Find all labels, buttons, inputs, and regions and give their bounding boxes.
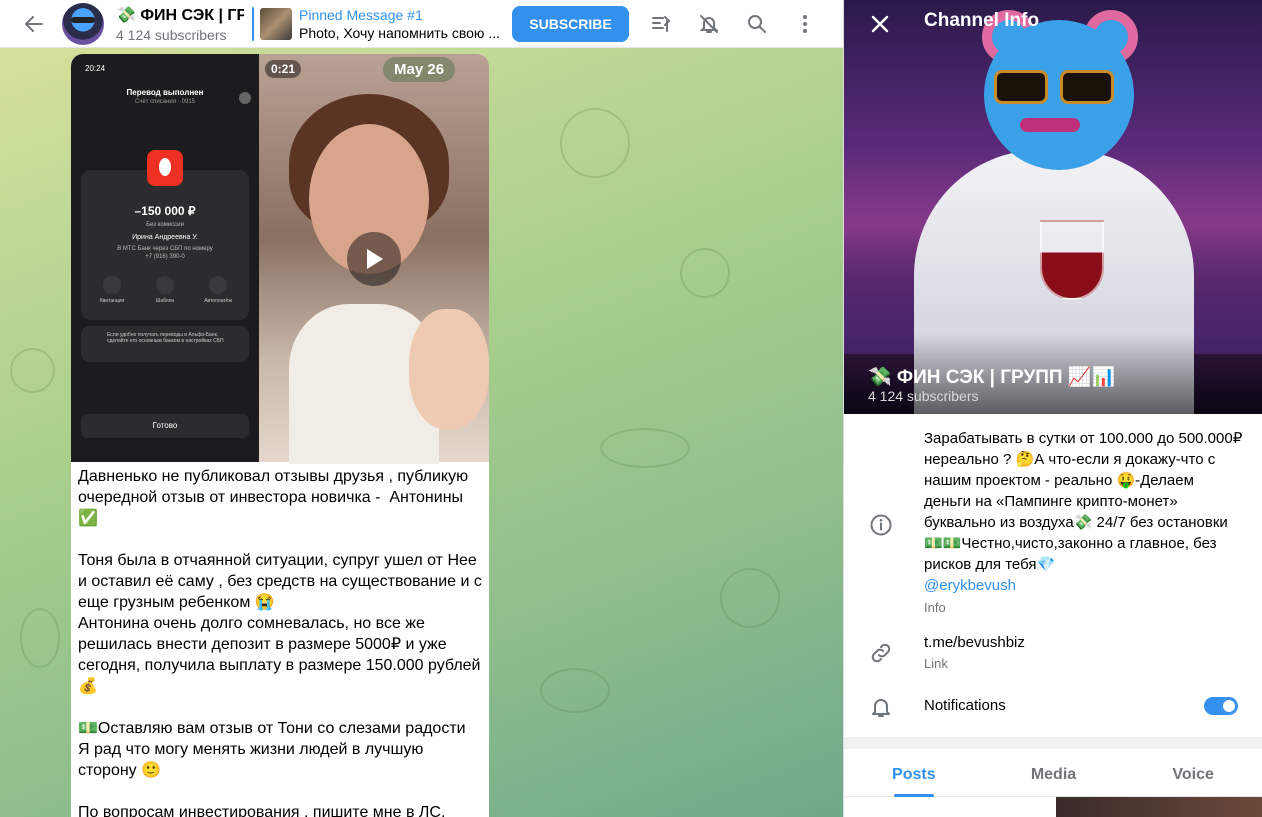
post-text: Давненько не публиковал отзывы друзья , …	[78, 468, 482, 817]
chat-header: 💸 ФИН СЭК | ГР 4 124 subscribers Pinned …	[0, 0, 843, 48]
phone-note: Если удобно получать переводы в Альфа-Ба…	[81, 326, 249, 362]
back-button[interactable]	[12, 2, 56, 46]
background-doodle	[600, 428, 690, 468]
channel-name: 💸 ФИН СЭК | ГРУПП 📈📊	[868, 367, 1116, 388]
channel-title: 💸 ФИН СЭК | ГР	[116, 6, 244, 24]
phone-no-fee: Без комиссии	[146, 222, 184, 228]
phone-done: Готово	[81, 414, 249, 438]
link-icon	[868, 640, 894, 666]
pinned-list-button[interactable]	[641, 4, 681, 44]
channel-description: Зарабатывать в сутки от 100.000 до 500.0…	[924, 428, 1244, 596]
channel-subscriber-count: 4 124 subscribers	[868, 388, 979, 404]
phone-action: Автоплатёж	[203, 276, 233, 304]
tab-posts[interactable]: Posts	[844, 749, 984, 797]
transfer-screenshot[interactable]: 20:24 Перевод выполнен Счёт списания ··0…	[71, 54, 259, 462]
pinned-text-block: Pinned Message #1 Photo, Хочу напомнить …	[299, 7, 500, 41]
channel-link[interactable]: t.me/bevushbiz	[924, 632, 1244, 653]
info-icon	[868, 512, 894, 538]
pinned-preview: Photo, Хочу напомнить свою ...	[299, 24, 500, 41]
section-separator	[844, 737, 1262, 749]
pinned-title: Pinned Message #1	[299, 6, 423, 23]
phone-subtitle: Счёт списания ··0915	[134, 99, 195, 105]
video-figure	[409, 309, 489, 429]
description-text: Зарабатывать в сутки от 100.000 до 500.0…	[924, 430, 1243, 573]
background-doodle	[540, 668, 610, 713]
mention-link[interactable]: @erykbevush	[924, 577, 1016, 594]
play-button[interactable]	[347, 232, 401, 286]
channel-cover[interactable]: Channel Info 💸 ФИН СЭК | ГРУПП 📈📊 4 124 …	[844, 0, 1262, 414]
channel-post[interactable]: 20:24 Перевод выполнен Счёт списания ··0…	[71, 54, 489, 817]
back-arrow-icon	[25, 15, 43, 32]
phone-action: Квитанция	[97, 276, 127, 304]
tab-voice[interactable]: Voice	[1123, 749, 1262, 796]
background-doodle	[720, 568, 780, 628]
phone-amount: –150 000 ₽	[134, 204, 196, 218]
info-row-description[interactable]: Зарабатывать в сутки от 100.000 до 500.0…	[844, 428, 1262, 618]
background-doodle	[560, 108, 630, 178]
close-icon	[871, 15, 889, 33]
filter-icon	[652, 15, 671, 32]
info-row-link[interactable]: t.me/bevushbiz Link	[844, 632, 1262, 676]
background-doodle	[10, 348, 55, 393]
pinned-message[interactable]: Pinned Message #1 Photo, Хочу напомнить …	[252, 6, 502, 41]
cover-illustration	[1020, 118, 1080, 132]
media-tabs: Posts Media Voice	[844, 749, 1262, 797]
play-icon	[367, 249, 383, 269]
post-media[interactable]: 20:24 Перевод выполнен Счёт списания ··0…	[71, 54, 489, 464]
info-label: Info	[924, 600, 946, 615]
info-row-notifications[interactable]: Notifications	[844, 694, 1262, 720]
more-button[interactable]	[785, 4, 825, 44]
phone-actions: Квитанция Шаблон Автоплатёж	[97, 276, 233, 304]
review-video[interactable]: 0:21 May 26	[259, 54, 489, 464]
phone-via: В МТС Банк через СБП по номеру	[117, 246, 213, 252]
search-icon	[748, 14, 766, 33]
bank-logo-icon	[147, 150, 183, 186]
cover-illustration	[1040, 220, 1104, 300]
panel-title: Channel Info	[924, 10, 1040, 31]
phone-time: 20:24	[85, 64, 106, 73]
notifications-label: Notifications	[924, 697, 1006, 714]
link-label: Link	[924, 656, 948, 671]
mute-button[interactable]	[689, 4, 729, 44]
close-panel-button[interactable]	[866, 10, 894, 38]
background-doodle	[680, 248, 730, 298]
subscribe-button[interactable]: SUBSCRIBE	[512, 5, 629, 42]
video-duration: 0:21	[265, 60, 302, 78]
phone-title: Перевод выполнен	[126, 88, 204, 97]
post-thumbnail[interactable]	[1056, 797, 1262, 817]
search-button[interactable]	[737, 4, 777, 44]
notifications-toggle[interactable]	[1204, 697, 1238, 715]
phone-action: Шаблон	[150, 276, 180, 304]
channel-subscribers: 4 124 subscribers	[116, 26, 227, 43]
channel-info-panel: Channel Info 💸 ФИН СЭК | ГРУПП 📈📊 4 124 …	[843, 0, 1262, 817]
channel-title-block[interactable]: 💸 ФИН СЭК | ГР 4 124 subscribers	[116, 5, 244, 43]
tab-media[interactable]: Media	[984, 749, 1124, 796]
chat-area: 20:24 Перевод выполнен Счёт списания ··0…	[0, 48, 843, 817]
phone-recipient: Ирина Андреевна У.	[132, 234, 198, 241]
cover-illustration	[994, 70, 1114, 106]
bell-icon	[868, 694, 894, 720]
background-doodle	[20, 608, 60, 668]
mute-icon	[699, 14, 719, 33]
channel-avatar[interactable]	[62, 2, 104, 45]
pinned-indicator	[252, 6, 254, 41]
phone-number: +7 (916) 390-0	[145, 254, 185, 260]
pinned-thumbnail	[260, 7, 292, 40]
date-badge: May 26	[383, 57, 456, 82]
more-icon	[803, 14, 807, 33]
phone-close-icon	[239, 92, 251, 104]
